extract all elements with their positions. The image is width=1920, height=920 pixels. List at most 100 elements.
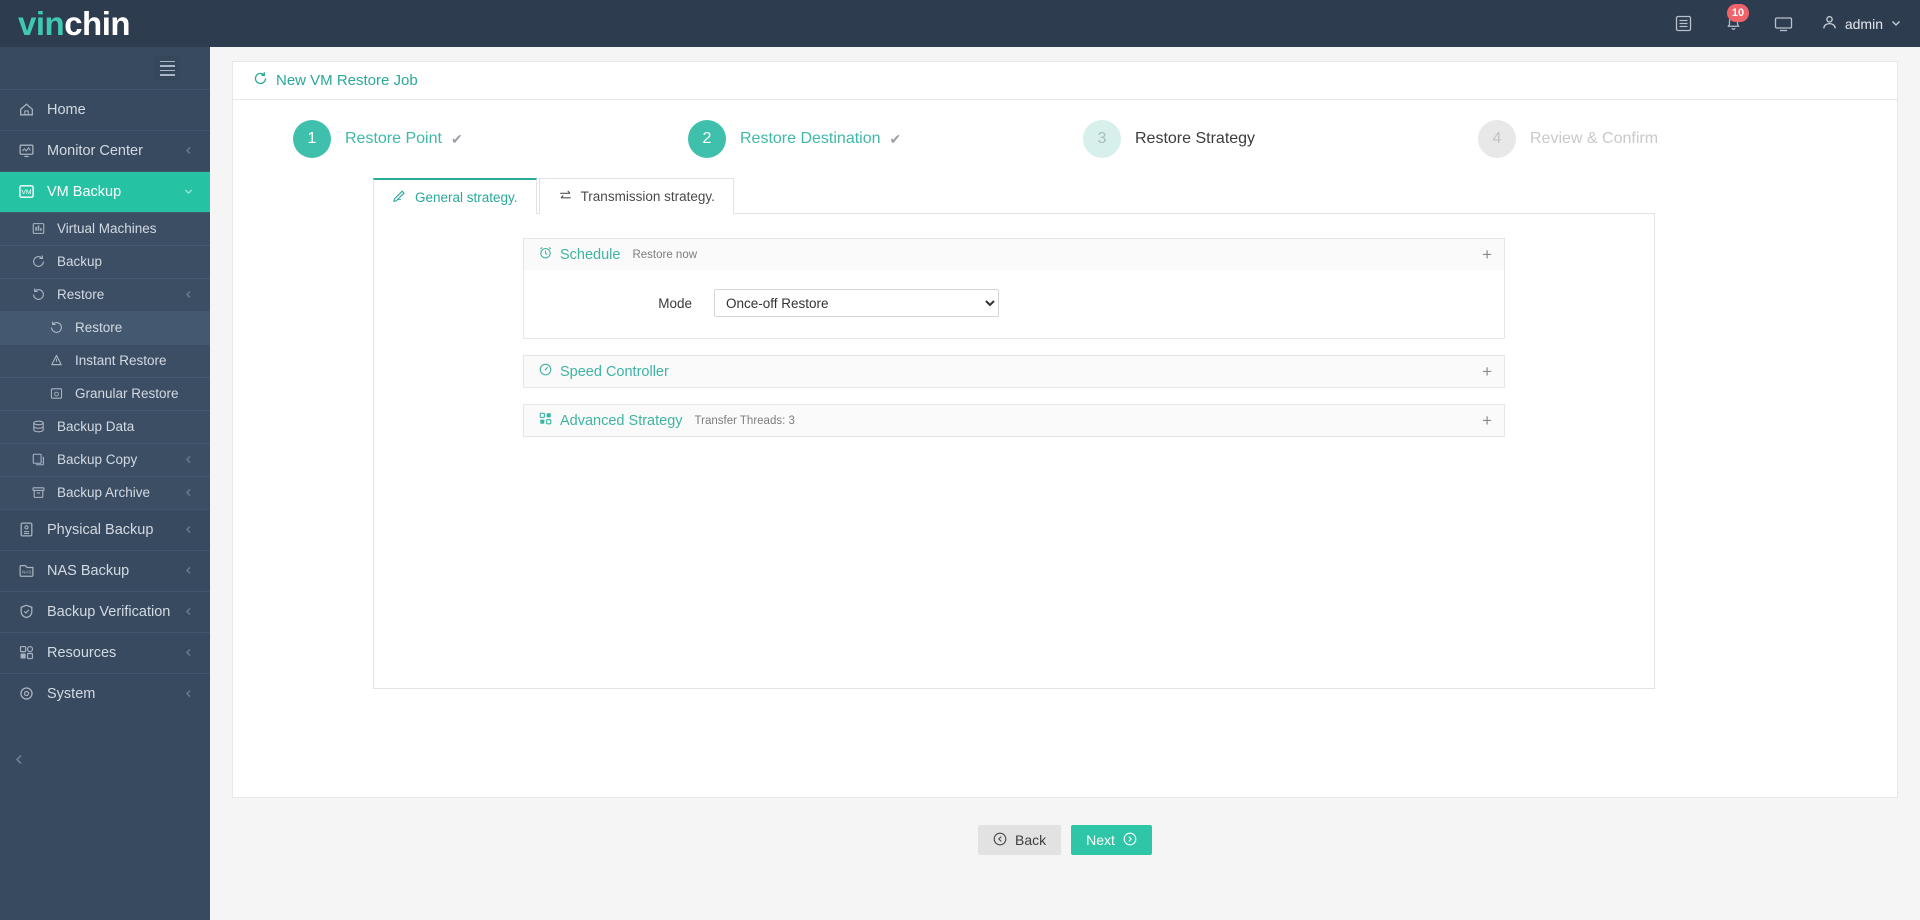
tab-label: General strategy.: [415, 189, 518, 205]
section-title: Advanced Strategy: [560, 412, 683, 429]
wizard-card: New VM Restore Job 1 Restore Point ✔ 2 Resto…: [232, 61, 1898, 798]
pencil-icon: [392, 188, 407, 206]
sidebar-item-restore[interactable]: Restore: [0, 311, 210, 344]
section-header[interactable]: Speed Controller +: [524, 356, 1504, 387]
sidebar-item-granular-restore[interactable]: Granular Restore: [0, 377, 210, 410]
sidebar-item-label: Restore: [75, 320, 123, 335]
section-subtitle: Transfer Threads: 3: [694, 414, 795, 427]
main-content: New VM Restore Job 1 Restore Point ✔ 2 Resto…: [210, 47, 1920, 920]
sidebar-item-system[interactable]: System: [0, 673, 210, 714]
sidebar-item-resources[interactable]: Resources: [0, 632, 210, 673]
page-title-bar: New VM Restore Job: [233, 62, 1897, 100]
section-title: Schedule: [560, 246, 621, 263]
chevron-left-icon: [183, 606, 194, 617]
sidebar-item-vm-backup[interactable]: VM VM Backup: [0, 171, 210, 212]
arrow-left-circle-icon: [993, 832, 1007, 849]
wizard-step-4[interactable]: 4 Review & Confirm: [1478, 120, 1873, 158]
section-title-wrap: Advanced Strategy: [538, 411, 683, 430]
resources-icon: [16, 643, 36, 663]
wizard-steps: 1 Restore Point ✔ 2 Restore Destination ✔ 3 Res…: [233, 100, 1897, 178]
sidebar-item-backup-archive[interactable]: Backup Archive: [0, 476, 210, 509]
expand-plus-icon[interactable]: +: [1482, 246, 1492, 263]
virtual-machines-icon: [30, 219, 47, 239]
step-number: 1: [293, 120, 331, 158]
top-bar: vinchin 10 admin: [0, 0, 1920, 47]
step-label-wrap: Restore Strategy: [1135, 130, 1255, 148]
sidebar-item-backup-copy[interactable]: Backup Copy: [0, 443, 210, 476]
sidebar-item-physical-backup[interactable]: Physical Backup: [0, 509, 210, 550]
sidebar-item-nas-backup[interactable]: NAS NAS Backup: [0, 550, 210, 591]
wizard-step-3[interactable]: 3 Restore Strategy: [1083, 120, 1478, 158]
sidebar: Home Monitor Center VM VM Backup Virtual Mac…: [0, 47, 210, 920]
tab-transmission-strategy[interactable]: Transmission strategy.: [538, 178, 734, 214]
back-button-label: Back: [1015, 832, 1047, 848]
wizard-step-2[interactable]: 2 Restore Destination ✔: [688, 120, 1083, 158]
bell-icon[interactable]: 10: [1721, 3, 1750, 37]
check-icon: ✔: [450, 130, 463, 147]
arrow-right-circle-icon: [1123, 832, 1137, 849]
step-label: Restore Destination: [740, 130, 881, 147]
sidebar-item-label: Backup Verification: [47, 603, 171, 620]
logo-part-2: chin: [64, 5, 131, 42]
copy-icon: [30, 450, 47, 470]
sidebar-item-instant-restore[interactable]: Instant Restore: [0, 344, 210, 377]
sidebar-item-label: Physical Backup: [47, 521, 154, 538]
sidebar-item-monitor-center[interactable]: Monitor Center: [0, 130, 210, 171]
section-header[interactable]: Advanced Strategy Transfer Threads: 3 +: [524, 405, 1504, 436]
sidebar-item-label: Virtual Machines: [57, 221, 157, 236]
section-title-wrap: Schedule: [538, 245, 620, 264]
chevron-left-icon: [13, 753, 26, 771]
user-menu[interactable]: admin: [1821, 14, 1902, 34]
sidebar-item-label: Backup: [57, 254, 103, 269]
section-header[interactable]: Schedule Restore now +: [524, 239, 1504, 270]
chevron-left-icon: [183, 688, 194, 699]
monitor-icon[interactable]: [1771, 11, 1797, 37]
step-label: Restore Strategy: [1135, 130, 1256, 147]
home-icon: [16, 100, 36, 120]
wizard-step-1[interactable]: 1 Restore Point ✔: [293, 120, 688, 158]
tab-general-strategy[interactable]: General strategy.: [373, 178, 537, 214]
system-gear-icon: [16, 684, 36, 704]
wizard-footer: Back Next: [232, 799, 1898, 881]
svg-text:VM: VM: [21, 189, 32, 196]
speedometer-icon: [538, 362, 553, 381]
vm-icon: VM: [16, 182, 36, 202]
chevron-left-icon: [183, 454, 194, 465]
verification-icon: [16, 602, 36, 622]
sidebar-item-virtual-machines[interactable]: Virtual Machines: [0, 212, 210, 245]
list-icon[interactable]: [1671, 11, 1697, 37]
section-subtitle: Restore now: [632, 248, 698, 261]
back-button[interactable]: Back: [978, 825, 1062, 855]
section-title: Speed Controller: [560, 363, 669, 380]
sidebar-item-label: Backup Archive: [57, 485, 151, 500]
mode-select[interactable]: Once-off Restore: [714, 289, 999, 317]
hamburger-icon[interactable]: [154, 56, 180, 80]
instant-restore-icon: [48, 351, 65, 371]
tab-content: Schedule Restore now + Mode Once-off Restore…: [373, 213, 1655, 689]
expand-plus-icon[interactable]: +: [1482, 363, 1492, 380]
sidebar-item-restore[interactable]: Restore: [0, 278, 210, 311]
server-icon: [16, 520, 36, 540]
section-title-wrap: Speed Controller: [538, 362, 669, 381]
sidebar-item-backup[interactable]: Backup: [0, 245, 210, 278]
sidebar-item-backup-data[interactable]: Backup Data: [0, 410, 210, 443]
expand-plus-icon[interactable]: +: [1482, 412, 1492, 429]
sidebar-item-backup-verification[interactable]: Backup Verification: [0, 591, 210, 632]
next-button[interactable]: Next: [1071, 825, 1152, 855]
archive-icon: [30, 483, 47, 503]
check-icon: ✔: [889, 130, 902, 147]
sidebar-toggle-row: [0, 47, 210, 89]
backup-icon: [30, 252, 47, 272]
sidebar-item-label: Monitor Center: [47, 142, 143, 159]
step-number: 2: [688, 120, 726, 158]
sidebar-item-label: Instant Restore: [75, 353, 167, 368]
sidebar-collapse-button[interactable]: [0, 747, 210, 777]
section-speed-controller: Speed Controller +: [523, 355, 1505, 388]
chevron-left-icon: [183, 647, 194, 658]
app-logo[interactable]: vinchin: [0, 0, 210, 47]
sidebar-item-label: Granular Restore: [75, 386, 179, 401]
notification-badge: 10: [1726, 3, 1750, 22]
next-button-label: Next: [1086, 832, 1115, 848]
sidebar-item-home[interactable]: Home: [0, 89, 210, 130]
step-label: Review & Confirm: [1530, 130, 1659, 147]
